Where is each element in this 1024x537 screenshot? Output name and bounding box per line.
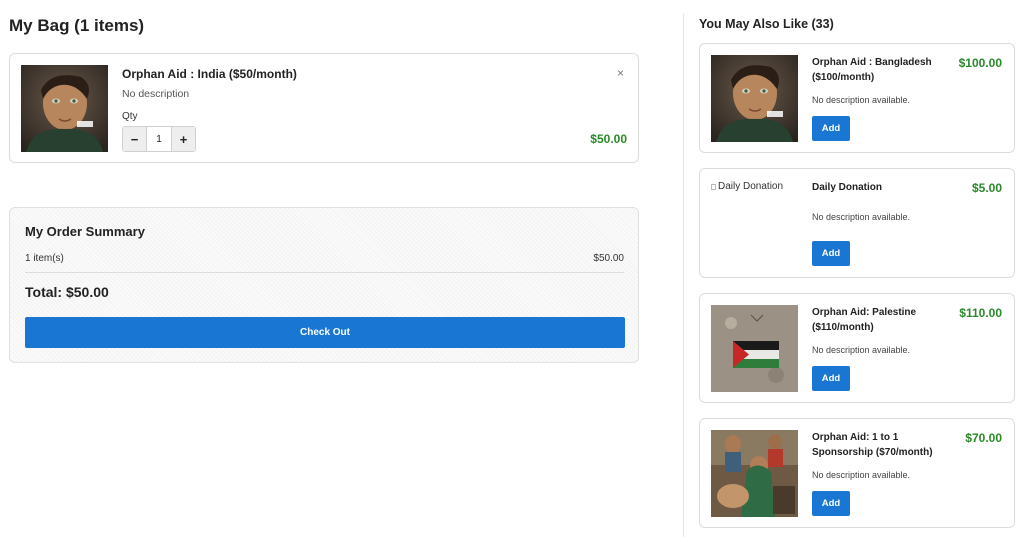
subtotal: $50.00	[593, 253, 624, 264]
recommendation-card: Orphan Aid : Bangladesh ($100/month) $10…	[699, 43, 1015, 153]
item-description: No description	[122, 88, 190, 100]
quantity-input[interactable]: 1	[146, 127, 172, 151]
order-total: Total: $50.00	[25, 284, 109, 300]
product-price: $70.00	[965, 431, 1002, 445]
product-name[interactable]: Orphan Aid : Bangladesh ($100/month)	[812, 55, 947, 85]
add-button[interactable]: Add	[812, 116, 850, 141]
image-alt-text: Daily Donation	[718, 181, 784, 192]
recommendation-card: Orphan Aid: 1 to 1 Sponsorship ($70/mont…	[699, 418, 1015, 528]
add-button[interactable]: Add	[812, 491, 850, 516]
product-image	[21, 65, 108, 152]
product-name[interactable]: Orphan Aid: 1 to 1 Sponsorship ($70/mont…	[812, 430, 947, 460]
product-price: $110.00	[959, 306, 1002, 320]
order-summary: My Order Summary 1 item(s) $50.00 Total:…	[9, 207, 639, 363]
recommendation-card: Orphan Aid: Palestine ($110/month) $110.…	[699, 293, 1015, 403]
recommendation-card: Daily Donation Daily Donation $5.00 No d…	[699, 168, 1015, 278]
broken-image-icon: Daily Donation	[711, 181, 783, 192]
product-description: No description available.	[812, 212, 911, 222]
item-price: $50.00	[590, 132, 627, 146]
product-name[interactable]: Daily Donation	[812, 180, 947, 195]
column-divider	[683, 14, 684, 537]
qty-label: Qty	[122, 111, 138, 122]
product-price: $5.00	[971, 181, 1002, 195]
item-count: 1 item(s)	[25, 253, 64, 264]
product-description: No description available.	[812, 470, 911, 480]
product-price: $100.00	[958, 56, 1002, 70]
checkout-button[interactable]: Check Out	[25, 317, 625, 348]
product-description: No description available.	[812, 95, 911, 105]
decrease-qty-button[interactable]: −	[123, 127, 146, 151]
bag-item: Orphan Aid : India ($50/month) No descri…	[9, 53, 639, 163]
add-button[interactable]: Add	[812, 241, 850, 266]
recommendations-title: You May Also Like (33)	[699, 17, 834, 31]
remove-item-button[interactable]: ×	[617, 66, 624, 80]
add-button[interactable]: Add	[812, 366, 850, 391]
summary-title: My Order Summary	[25, 224, 145, 239]
product-description: No description available.	[812, 345, 911, 355]
image-placeholder-icon	[711, 183, 716, 190]
product-image[interactable]	[711, 305, 798, 392]
product-name[interactable]: Orphan Aid: Palestine ($110/month)	[812, 305, 947, 335]
product-image[interactable]	[711, 430, 798, 517]
increase-qty-button[interactable]: +	[172, 127, 195, 151]
summary-divider	[25, 272, 624, 273]
page-title: My Bag (1 items)	[9, 16, 145, 35]
item-name[interactable]: Orphan Aid : India ($50/month)	[122, 67, 297, 81]
product-image[interactable]	[711, 55, 798, 142]
quantity-stepper: − 1 +	[122, 126, 196, 152]
